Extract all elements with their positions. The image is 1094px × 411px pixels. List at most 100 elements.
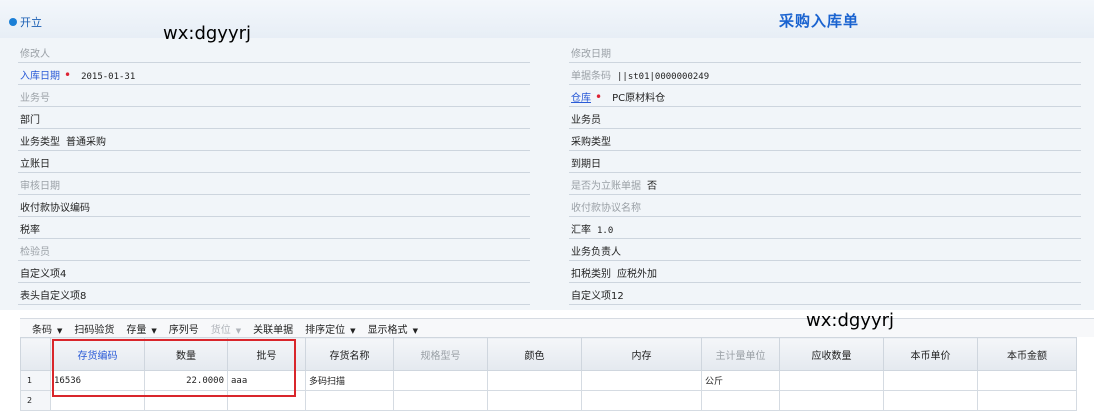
left-field-2[interactable]: 业务号 <box>20 88 56 104</box>
watermark-bottom: wx:dgyyrj <box>806 310 894 331</box>
caret-down-icon: ▼ <box>57 326 63 335</box>
right-field-label: 到期日 <box>571 159 601 170</box>
left-field-label: 立账日 <box>20 159 50 170</box>
right-field-value[interactable]: ||st01|0000000249 <box>617 72 709 82</box>
left-field-value[interactable]: 2015-01-31 <box>81 72 135 82</box>
right-field-value[interactable]: 否 <box>647 177 657 192</box>
left-field-9[interactable]: 检验员 <box>20 242 56 258</box>
left-field-label: 入库日期 <box>20 71 60 82</box>
toolbar-button-7[interactable]: 显示格式 ▼ <box>368 321 418 336</box>
right-field-2[interactable]: 仓库 • PC原材料仓 <box>571 88 665 104</box>
left-field-8[interactable]: 税率 <box>20 220 46 236</box>
table-cell[interactable] <box>393 370 488 391</box>
right-field-7[interactable]: 收付款协议名称 <box>571 198 647 214</box>
table-cell[interactable] <box>487 370 582 391</box>
right-field-4[interactable]: 采购类型 <box>571 132 617 148</box>
column-header-7[interactable]: 内存 <box>581 337 702 371</box>
right-field-value[interactable]: 应税外加 <box>617 265 657 280</box>
column-header-8[interactable]: 主计量单位 <box>701 337 780 371</box>
row-number: 2 <box>20 390 51 411</box>
watermark-top: wx:dgyyrj <box>163 23 251 44</box>
toolbar-button-4[interactable]: 货位 ▼ <box>211 321 241 336</box>
column-header-0[interactable] <box>20 337 51 371</box>
document-status: 开立 <box>9 14 42 30</box>
toolbar-button-2[interactable]: 存量 ▼ <box>126 321 156 336</box>
table-cell[interactable] <box>487 390 582 411</box>
field-underline <box>569 260 1081 261</box>
table-cell[interactable] <box>305 390 394 411</box>
field-underline <box>18 172 530 173</box>
right-field-10[interactable]: 扣税类别 应税外加 <box>571 264 657 280</box>
table-cell[interactable] <box>779 370 884 391</box>
required-marker-icon: • <box>64 68 72 82</box>
field-underline <box>569 106 1081 107</box>
table-cell[interactable] <box>883 390 978 411</box>
field-underline <box>18 238 530 239</box>
toolbar-button-1[interactable]: 扫码验货 <box>74 321 114 336</box>
left-field-6[interactable]: 审核日期 <box>20 176 66 192</box>
left-field-7[interactable]: 收付款协议编码 <box>20 198 96 214</box>
caret-down-icon: ▼ <box>235 326 242 335</box>
table-cell[interactable]: 多码扫描 <box>305 370 394 391</box>
left-field-label: 修改人 <box>20 49 50 60</box>
left-field-label: 税率 <box>20 225 40 236</box>
right-field-0[interactable]: 修改日期 <box>571 44 617 60</box>
left-field-value[interactable]: 普通采购 <box>66 133 106 148</box>
toolbar-button-6[interactable]: 排序定位 ▼ <box>305 321 355 336</box>
field-underline <box>569 128 1081 129</box>
column-header-4[interactable]: 存货名称 <box>305 337 394 371</box>
field-underline <box>569 84 1081 85</box>
table-cell[interactable] <box>701 390 780 411</box>
column-header-5[interactable]: 规格型号 <box>393 337 488 371</box>
right-field-label: 是否为立账单据 <box>571 181 641 192</box>
left-field-0[interactable]: 修改人 <box>20 44 56 60</box>
field-underline <box>569 150 1081 151</box>
field-underline <box>18 84 530 85</box>
column-header-10[interactable]: 本币单价 <box>883 337 978 371</box>
right-field-label: 汇率 <box>571 225 591 236</box>
right-field-11[interactable]: 自定义项12 <box>571 286 630 302</box>
table-cell[interactable] <box>977 370 1077 391</box>
left-field-4[interactable]: 业务类型 普通采购 <box>20 132 106 148</box>
right-field-1[interactable]: 单据条码 ||st01|0000000249 <box>571 66 709 82</box>
toolbar-button-label: 关联单据 <box>253 324 294 336</box>
toolbar-button-label: 显示格式 <box>367 324 408 336</box>
field-underline <box>18 216 530 217</box>
right-field-6[interactable]: 是否为立账单据否 <box>571 176 657 192</box>
right-field-label[interactable]: 仓库 <box>571 89 591 104</box>
left-field-label: 部门 <box>20 115 40 126</box>
table-cell[interactable] <box>779 390 884 411</box>
toolbar-button-label: 扫码验货 <box>74 324 115 336</box>
right-field-3[interactable]: 业务员 <box>571 110 607 126</box>
column-header-9[interactable]: 应收数量 <box>779 337 884 371</box>
toolbar-button-label: 存量 <box>126 324 147 336</box>
left-field-label: 表头自定义项8 <box>20 291 87 302</box>
right-field-value[interactable]: 1.0 <box>597 226 613 236</box>
table-cell[interactable] <box>883 370 978 391</box>
header-form: 修改人入库日期 • 2015-01-31 业务号部门业务类型 普通采购立账日审核日期收付… <box>0 38 1094 310</box>
table-cell[interactable] <box>581 390 702 411</box>
required-marker-icon: • <box>595 90 603 104</box>
table-cell[interactable]: 公斤 <box>701 370 780 391</box>
left-field-11[interactable]: 表头自定义项8 <box>20 286 92 302</box>
right-field-9[interactable]: 业务负责人 <box>571 242 627 258</box>
toolbar-button-3[interactable]: 序列号 <box>169 321 199 336</box>
field-underline <box>18 260 530 261</box>
left-field-1[interactable]: 入库日期 • 2015-01-31 <box>20 66 135 82</box>
toolbar-button-0[interactable]: 条码 ▼ <box>32 321 62 336</box>
left-field-5[interactable]: 立账日 <box>20 154 56 170</box>
table-cell[interactable] <box>977 390 1077 411</box>
left-field-10[interactable]: 自定义项4 <box>20 264 72 280</box>
right-field-value[interactable]: PC原材料仓 <box>612 89 665 104</box>
toolbar-button-5[interactable]: 关联单据 <box>253 321 293 336</box>
left-field-3[interactable]: 部门 <box>20 110 46 126</box>
caret-down-icon: ▼ <box>412 326 418 335</box>
toolbar-button-label: 排序定位 <box>305 324 346 336</box>
right-field-5[interactable]: 到期日 <box>571 154 607 170</box>
right-field-8[interactable]: 汇率 1.0 <box>571 220 613 236</box>
column-header-11[interactable]: 本币金额 <box>977 337 1077 371</box>
left-field-label: 审核日期 <box>20 181 60 192</box>
column-header-6[interactable]: 颜色 <box>487 337 582 371</box>
table-cell[interactable] <box>581 370 702 391</box>
table-cell[interactable] <box>393 390 488 411</box>
